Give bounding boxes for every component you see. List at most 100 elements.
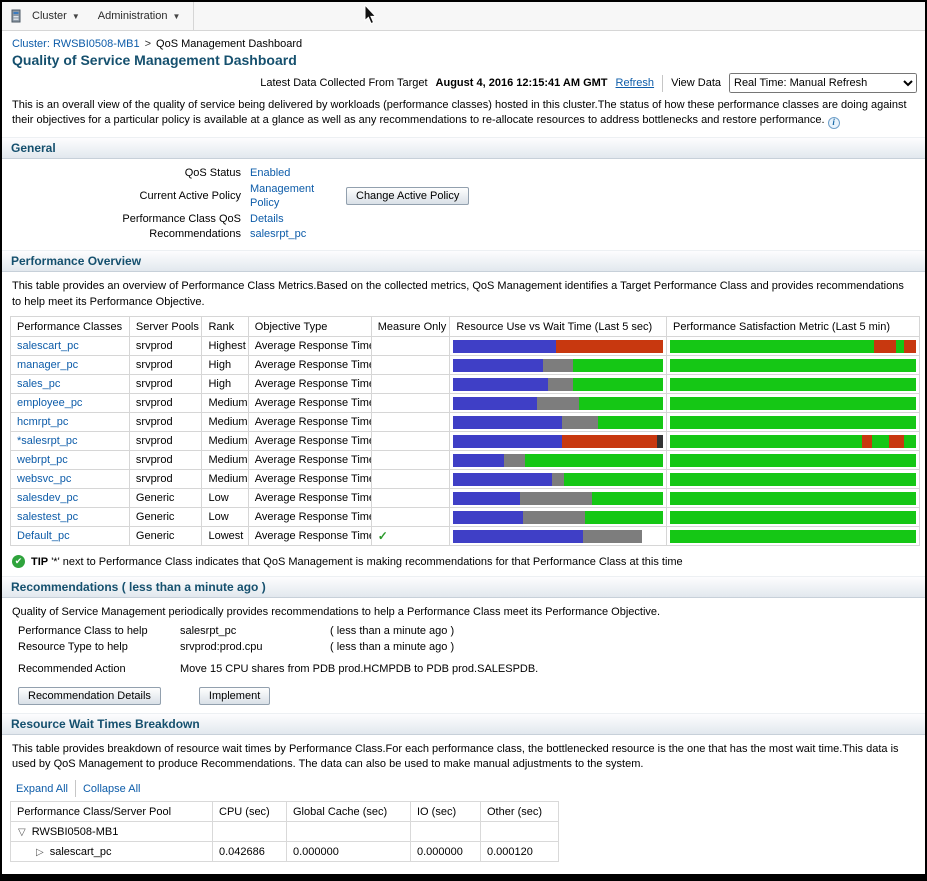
stacked-bar <box>669 396 916 410</box>
perf-class-link[interactable]: Default_pc <box>17 530 70 542</box>
perf-class-qos-label: Performance Class QoS <box>122 213 241 226</box>
server-pool-cell: srvprod <box>128 374 203 395</box>
wait-value-cell <box>410 821 481 843</box>
perf-class-link[interactable]: websvc_pc <box>17 473 71 485</box>
perf-table-row: sales_pc srvprod High Average Response Time <box>10 374 921 395</box>
rank-cell: Low <box>201 488 249 509</box>
change-active-policy-button[interactable]: Change Active Policy <box>346 187 470 206</box>
implement-button[interactable]: Implement <box>198 686 271 705</box>
rank-cell: Medium <box>201 412 249 433</box>
objective-type-cell: Average Response Time <box>247 507 372 528</box>
perf-class-link[interactable]: sales_pc <box>17 378 60 390</box>
server-pool-cell: srvprod <box>128 412 203 433</box>
server-pool-cell: srvprod <box>128 393 203 414</box>
recommendations-description: Quality of Service Management periodical… <box>12 606 661 619</box>
perf-class-link[interactable]: salesdev_pc <box>17 492 78 504</box>
qos-status-link[interactable]: Enabled <box>250 167 290 179</box>
resource-use-bar-cell <box>449 374 667 395</box>
info-icon[interactable]: i <box>827 116 840 129</box>
satisfaction-bar-cell <box>665 431 921 452</box>
perf-table-row: websvc_pc srvprod Medium Average Response T… <box>10 469 921 490</box>
expand-all-link[interactable]: Expand All <box>16 783 68 795</box>
col-objective-type: Objective Type <box>247 316 372 338</box>
measure-only-cell <box>370 450 451 471</box>
perf-table-row: salescart_pc srvprod Highest Average Respon… <box>10 336 921 357</box>
stacked-bar <box>453 396 663 410</box>
intro-text: This is an overall view of the quality o… <box>12 99 907 129</box>
objective-type-cell: Average Response Time <box>247 450 372 471</box>
view-data-select[interactable]: Real Time: Manual Refresh <box>729 73 917 93</box>
wait-value-cell: 0.000000 <box>410 841 481 863</box>
server-pool-cell: srvprod <box>128 355 203 376</box>
perf-table-row: salestest_pc Generic Low Average Response T… <box>10 507 921 528</box>
rank-cell: High <box>201 374 249 395</box>
stacked-bar <box>453 358 663 372</box>
wait-times-description: This table provides breakdown of resourc… <box>12 742 899 770</box>
resource-use-bar-cell <box>449 431 667 452</box>
stacked-bar <box>669 510 916 524</box>
resource-use-bar-cell <box>449 393 667 414</box>
stacked-bar <box>453 510 663 524</box>
active-policy-link[interactable]: Management Policy <box>250 182 338 211</box>
toolbar-divider <box>193 2 195 31</box>
expand-toggle-icon[interactable]: ▷ <box>36 847 44 858</box>
cluster-menu[interactable]: Cluster ▼ <box>23 2 89 30</box>
perf-class-link[interactable]: *salesrpt_pc <box>17 435 78 447</box>
perf-class-link[interactable]: webrpt_pc <box>17 454 68 466</box>
satisfaction-bar-cell <box>665 469 921 490</box>
active-policy-label: Current Active Policy <box>139 190 241 203</box>
col-wait-class: Performance Class/Server Pool <box>10 801 213 823</box>
measure-only-cell <box>370 355 451 376</box>
resource-use-bar-cell <box>449 469 667 490</box>
recommendations-link[interactable]: salesrpt_pc <box>250 228 306 240</box>
perf-class-cell: salesdev_pc <box>10 488 130 509</box>
administration-menu[interactable]: Administration ▼ <box>89 2 190 30</box>
stacked-bar <box>669 472 916 486</box>
recommendation-details-button[interactable]: Recommendation Details <box>18 686 161 705</box>
measure-only-cell <box>370 412 451 433</box>
measure-only-cell <box>370 431 451 452</box>
rank-cell: Medium <box>201 450 249 471</box>
tip-check-icon: ✔ <box>12 555 25 569</box>
objective-type-cell: Average Response Time <box>247 469 372 490</box>
active-policy-row: Current Active Policy Management Policy … <box>2 182 925 211</box>
perf-class-link[interactable]: salescart_pc <box>17 340 79 352</box>
perf-class-cell: salestest_pc <box>10 507 130 528</box>
rank-cell: Medium <box>201 431 249 452</box>
col-global-cache: Global Cache (sec) <box>286 801 411 823</box>
stacked-bar <box>669 529 916 543</box>
perf-class-cell: *salesrpt_pc <box>10 431 130 452</box>
perf-class-cell: salescart_pc <box>10 336 130 357</box>
wait-class-cell: ▷ salescart_pc <box>10 841 213 863</box>
collapse-toggle-icon[interactable]: ▽ <box>18 827 26 838</box>
server-pool-cell: Generic <box>128 526 203 547</box>
objective-type-cell: Average Response Time <box>247 374 372 395</box>
wait-value-cell <box>480 821 559 843</box>
recommendations-title: Recommendations ( less than a minute ago… <box>11 580 266 595</box>
stacked-bar <box>669 415 916 429</box>
collapse-all-link[interactable]: Collapse All <box>83 783 140 795</box>
rank-cell: Medium <box>201 393 249 414</box>
rec-resource-label: Resource Type to help <box>18 640 128 653</box>
refresh-link[interactable]: Refresh <box>616 77 655 89</box>
perf-class-link[interactable]: hcmrpt_pc <box>17 416 68 428</box>
rec-buttons: Recommendation Details Implement <box>18 686 925 705</box>
perf-class-link[interactable]: employee_pc <box>17 397 82 409</box>
perf-table-row: hcmrpt_pc srvprod Medium Average Response T… <box>10 412 921 433</box>
satisfaction-bar-cell <box>665 488 921 509</box>
resource-use-bar-cell <box>449 526 667 547</box>
cluster-icon <box>11 9 21 22</box>
perf-class-link[interactable]: manager_pc <box>17 359 78 371</box>
perf-class-details-link[interactable]: Details <box>250 213 284 225</box>
section-performance-overview-header: Performance Overview <box>2 250 925 273</box>
rec-action-value: Move 15 CPU shares from PDB prod.HCMPDB … <box>180 662 539 675</box>
perf-class-link[interactable]: salestest_pc <box>17 511 78 523</box>
tip-text: TIP '*' next to Performance Class indica… <box>31 555 683 568</box>
wait-value-cell <box>212 821 287 843</box>
col-resource-use: Resource Use vs Wait Time (Last 5 sec) <box>449 316 667 338</box>
rec-class-label: Performance Class to help <box>18 624 148 637</box>
objective-type-cell: Average Response Time <box>247 431 372 452</box>
perf-table-row: webrpt_pc srvprod Medium Average Response T… <box>10 450 921 471</box>
tree-links-divider <box>74 780 76 798</box>
breadcrumb-cluster-link[interactable]: Cluster: RWSBI0508-MB1 <box>12 38 140 50</box>
